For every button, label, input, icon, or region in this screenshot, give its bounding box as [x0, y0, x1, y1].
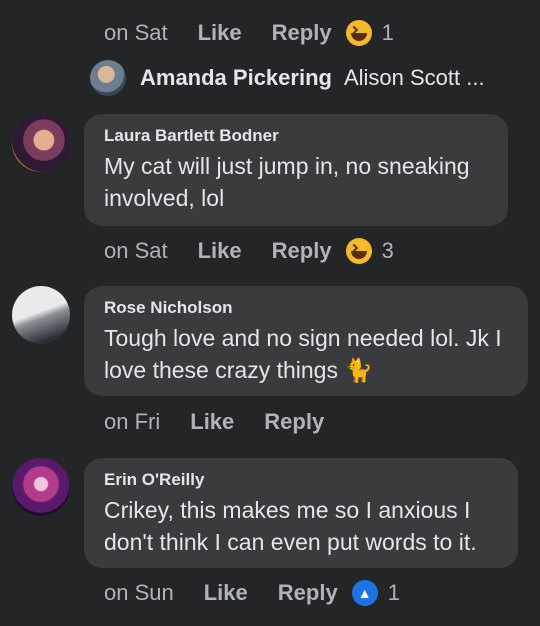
like-button[interactable]: Like — [204, 580, 248, 606]
comment-meta: on Fri Like Reply — [104, 405, 338, 439]
avatar[interactable] — [12, 458, 70, 516]
reply-button[interactable]: Reply — [272, 20, 332, 46]
timestamp[interactable]: on Sun — [104, 580, 174, 606]
comment-bubble: Rose Nicholson Tough love and no sign ne… — [84, 286, 528, 396]
reply-snippet[interactable]: Alison Scott ... — [344, 65, 485, 91]
like-button[interactable]: Like — [198, 238, 242, 264]
reaction-summary[interactable]: 1 — [345, 20, 394, 46]
reaction-count: 1 — [381, 20, 394, 45]
haha-icon — [345, 238, 372, 264]
timestamp[interactable]: on Sat — [104, 238, 168, 264]
comment-meta: on Sat Like Reply 3 — [104, 234, 394, 268]
comment-bubble: Erin O'Reilly Crikey, this makes me so I… — [84, 458, 518, 568]
timestamp[interactable]: on Fri — [104, 409, 160, 435]
timestamp[interactable]: on Sat — [104, 20, 168, 46]
like-button[interactable]: Like — [198, 20, 242, 46]
comment-meta: on Sun Like Reply ▲ 1 — [104, 576, 400, 610]
reaction-count: 3 — [381, 238, 394, 263]
reaction-summary[interactable]: ▲ 1 — [351, 580, 400, 606]
comment-author-name[interactable]: Rose Nicholson — [104, 298, 508, 318]
reply-preview[interactable]: Amanda Pickering Alison Scott ... — [90, 58, 485, 98]
comment-text: My cat will just jump in, no sneaking in… — [104, 153, 470, 211]
like-icon: ▲ — [351, 580, 378, 606]
avatar[interactable] — [12, 114, 70, 172]
comment-author-name[interactable]: Laura Bartlett Bodner — [104, 126, 488, 146]
reaction-count: 1 — [387, 580, 400, 605]
comment-meta-top: on Sat Like Reply 1 — [104, 16, 394, 50]
avatar[interactable] — [90, 60, 126, 96]
comment-author-name[interactable]: Erin O'Reilly — [104, 470, 498, 490]
reply-button[interactable]: Reply — [272, 238, 332, 264]
like-button[interactable]: Like — [190, 409, 234, 435]
avatar[interactable] — [12, 286, 70, 344]
haha-icon — [345, 20, 372, 46]
reply-author-name[interactable]: Amanda Pickering — [140, 65, 332, 91]
reply-button[interactable]: Reply — [278, 580, 338, 606]
reaction-summary[interactable]: 3 — [345, 238, 394, 264]
comment-text: Tough love and no sign needed lol. Jk I … — [104, 325, 502, 383]
comment-text: Crikey, this makes me so I anxious I don… — [104, 497, 477, 555]
reply-button[interactable]: Reply — [264, 409, 324, 435]
comment-bubble: Laura Bartlett Bodner My cat will just j… — [84, 114, 508, 226]
